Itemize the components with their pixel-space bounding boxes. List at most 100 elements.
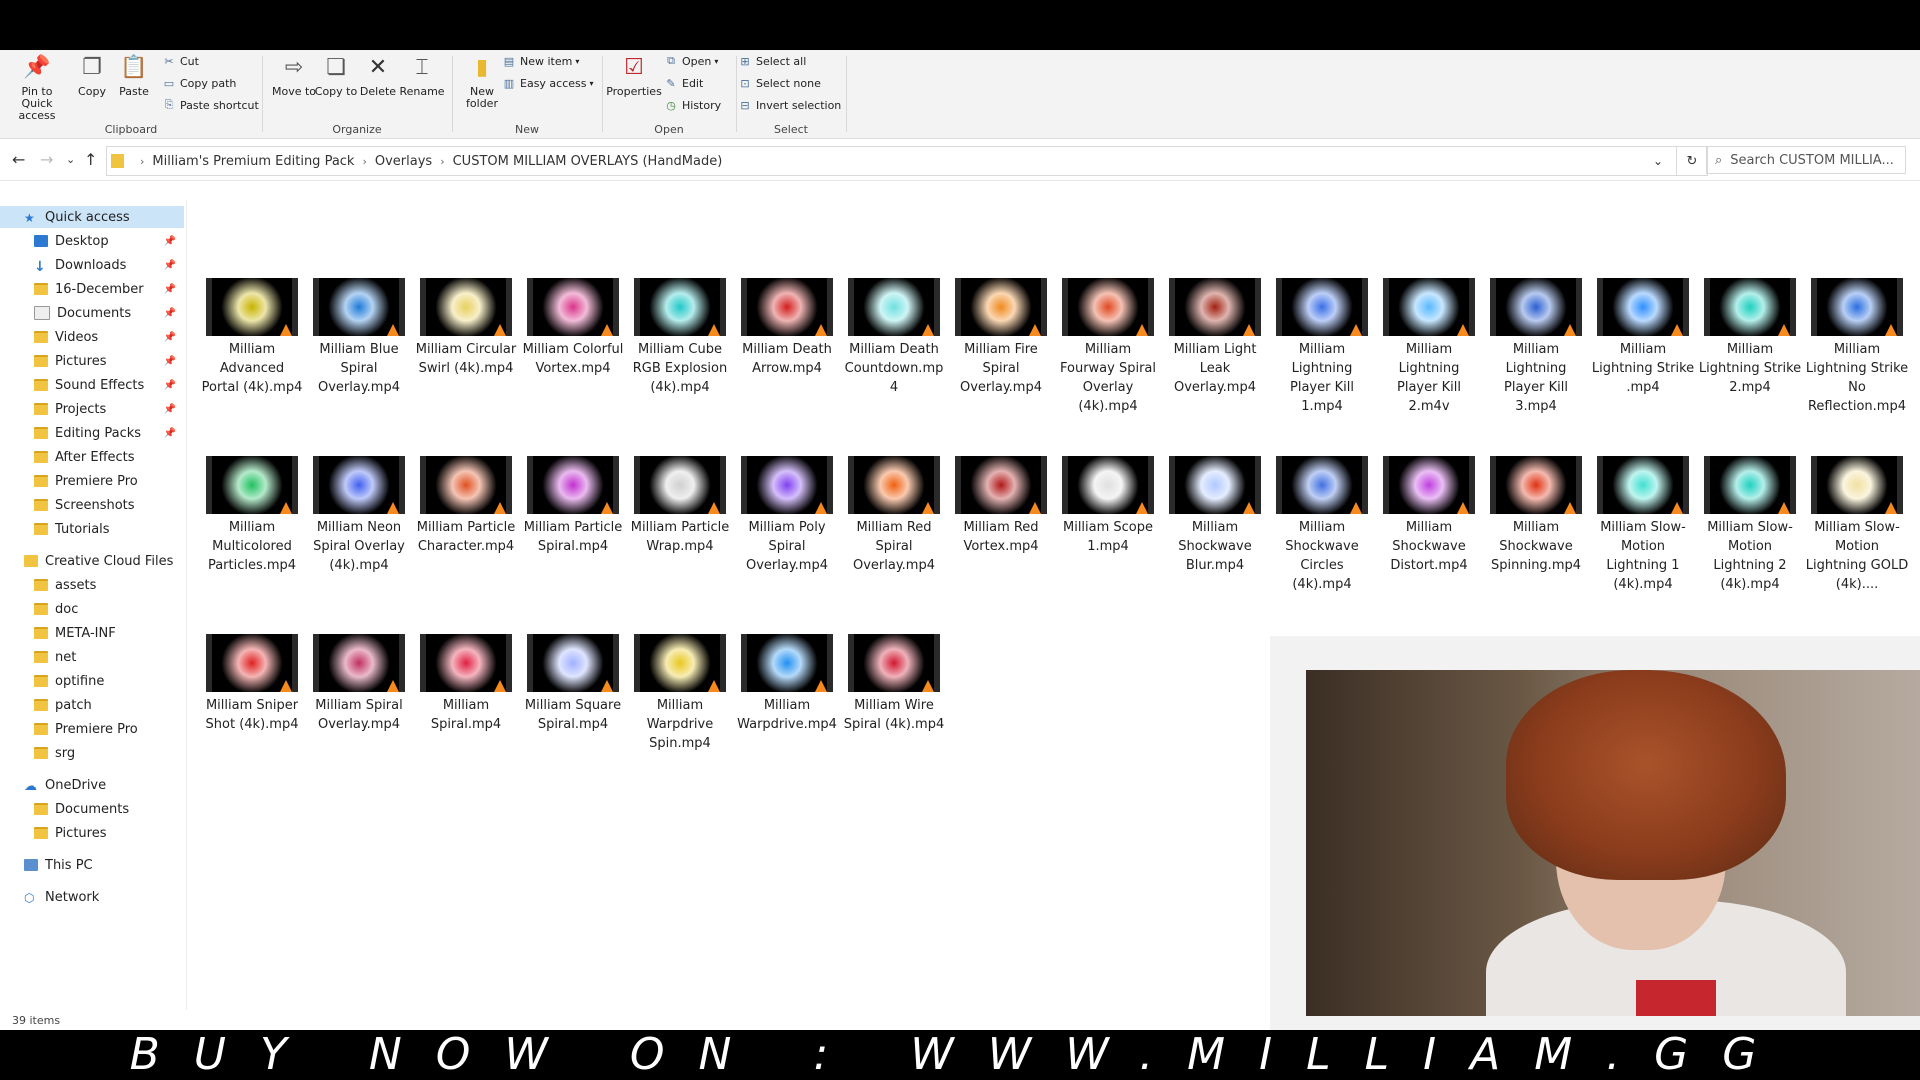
file-tile[interactable]: Milliam Spiral Overlay.mp4 <box>307 634 411 734</box>
file-name: Milliam Warpdrive Spin.mp4 <box>646 698 714 751</box>
file-tile[interactable]: Milliam Scope 1.mp4 <box>1056 456 1160 556</box>
breadcrumb-item[interactable]: CUSTOM MILLIAM OVERLAYS (HandMade) <box>453 154 723 169</box>
file-tile[interactable]: Milliam Square Spiral.mp4 <box>521 634 625 734</box>
copy-path-button[interactable]: ▭ Copy path <box>162 74 237 92</box>
rename-button[interactable]: ⌶ Rename <box>396 54 448 98</box>
file-tile[interactable]: Milliam Cube RGB Explosion (4k).mp4 <box>628 278 732 397</box>
nav-item-pictures[interactable]: Pictures 📌 <box>0 350 184 372</box>
address-dropdown-icon[interactable]: ⌄ <box>1653 154 1663 168</box>
file-tile[interactable]: Milliam Light Leak Overlay.mp4 <box>1163 278 1267 397</box>
file-tile[interactable]: Milliam Fourway Spiral Overlay (4k).mp4 <box>1056 278 1160 416</box>
paste-shortcut-button[interactable]: ⎘ Paste shortcut <box>162 96 259 114</box>
file-tile[interactable]: Milliam Slow-Motion Lightning 2 (4k).mp4 <box>1698 456 1802 594</box>
select-none-button[interactable]: ⊡ Select none <box>738 74 820 92</box>
file-tile[interactable]: Milliam Shockwave Circles (4k).mp4 <box>1270 456 1374 594</box>
refresh-icon[interactable]: ↻ <box>1676 147 1707 175</box>
edit-button[interactable]: ✎ Edit <box>664 74 703 92</box>
new-item-button[interactable]: ▤ New item ▾ <box>502 52 580 70</box>
file-tile[interactable]: Milliam Neon Spiral Overlay (4k).mp4 <box>307 456 411 575</box>
file-tile[interactable]: Milliam Lightning Strike No Reflection.m… <box>1805 278 1909 416</box>
file-tile[interactable]: Milliam Particle Character.mp4 <box>414 456 518 556</box>
file-tile[interactable]: Milliam Warpdrive Spin.mp4 <box>628 634 732 753</box>
vlc-cone-icon <box>1457 324 1469 336</box>
nav-item-network[interactable]: ⬡ Network <box>0 886 184 908</box>
nav-item-projects[interactable]: Projects 📌 <box>0 398 184 420</box>
invert-selection-button[interactable]: ⊟ Invert selection <box>738 96 841 114</box>
file-tile[interactable]: Milliam Lightning Strike .mp4 <box>1591 278 1695 397</box>
paste-button[interactable]: 📋 Paste <box>108 54 160 98</box>
file-tile[interactable]: Milliam Slow-Motion Lightning 1 (4k).mp4 <box>1591 456 1695 594</box>
cut-button[interactable]: ✂ Cut <box>162 52 199 70</box>
nav-item-documents[interactable]: Documents 📌 <box>0 302 184 324</box>
properties-button[interactable]: ☑ Properties <box>604 54 664 98</box>
file-tile[interactable]: Milliam Death Countdown.mp4 <box>842 278 946 397</box>
file-tile[interactable]: Milliam Shockwave Blur.mp4 <box>1163 456 1267 575</box>
file-tile[interactable]: Milliam Lightning Player Kill 2.m4v <box>1377 278 1481 416</box>
nav-item-sound-effects[interactable]: Sound Effects 📌 <box>0 374 184 396</box>
up-arrow-icon[interactable]: ↑ <box>84 150 97 169</box>
nav-item-after-effects[interactable]: After Effects <box>0 446 184 468</box>
open-button[interactable]: ⧉ Open ▾ <box>664 52 718 70</box>
breadcrumb-item[interactable]: Overlays <box>375 154 432 169</box>
nav-item-premiere-pro[interactable]: Premiere Pro <box>0 718 184 740</box>
new-folder-button[interactable]: ▮ New folder <box>456 54 508 110</box>
file-tile[interactable]: Milliam Shockwave Spinning.mp4 <box>1484 456 1588 575</box>
nav-item-assets[interactable]: assets <box>0 574 184 596</box>
file-tile[interactable]: Milliam Warpdrive.mp4 <box>735 634 839 734</box>
file-tile[interactable]: Milliam Fire Spiral Overlay.mp4 <box>949 278 1053 397</box>
nav-item-desktop[interactable]: Desktop 📌 <box>0 230 184 252</box>
nav-item-creative-cloud-files[interactable]: Creative Cloud Files <box>0 550 184 572</box>
file-tile[interactable]: Milliam Colorful Vortex.mp4 <box>521 278 625 378</box>
nav-item-optifine[interactable]: optifine <box>0 670 184 692</box>
nav-item-meta-inf[interactable]: META-INF <box>0 622 184 644</box>
nav-item-doc[interactable]: doc <box>0 598 184 620</box>
file-tile[interactable]: Milliam Red Vortex.mp4 <box>949 456 1053 556</box>
recent-chevron-icon[interactable]: ⌄ <box>66 153 75 166</box>
file-tile[interactable]: Milliam Red Spiral Overlay.mp4 <box>842 456 946 575</box>
file-tile[interactable]: Milliam Lightning Player Kill 3.mp4 <box>1484 278 1588 416</box>
file-tile[interactable]: Milliam Circular Swirl (4k).mp4 <box>414 278 518 378</box>
file-tile[interactable]: Milliam Death Arrow.mp4 <box>735 278 839 378</box>
history-button[interactable]: ◷ History <box>664 96 721 114</box>
file-tile[interactable]: Milliam Spiral.mp4 <box>414 634 518 734</box>
pin-quick-access-button[interactable]: 📌 Pin to Quick access <box>6 54 68 122</box>
nav-item-16-december[interactable]: 16-December 📌 <box>0 278 184 300</box>
breadcrumb-item[interactable]: Milliam's Premium Editing Pack <box>152 154 354 169</box>
address-bar[interactable]: › Milliam's Premium Editing Pack › Overl… <box>106 146 1708 176</box>
search-box[interactable]: ⌕ Search CUSTOM MILLIA... <box>1706 146 1906 174</box>
file-tile[interactable]: Milliam Poly Spiral Overlay.mp4 <box>735 456 839 575</box>
file-tile[interactable]: Milliam Particle Wrap.mp4 <box>628 456 732 556</box>
file-tile[interactable]: Milliam Wire Spiral (4k).mp4 <box>842 634 946 734</box>
nav-item-tutorials[interactable]: Tutorials <box>0 518 184 540</box>
file-tile[interactable]: Milliam Lightning Player Kill 1.mp4 <box>1270 278 1374 416</box>
file-tile[interactable]: Milliam Lightning Strike 2.mp4 <box>1698 278 1802 397</box>
file-tile[interactable]: Milliam Sniper Shot (4k).mp4 <box>200 634 304 734</box>
nav-item-pictures[interactable]: Pictures <box>0 822 184 844</box>
nav-item-onedrive[interactable]: ☁ OneDrive <box>0 774 184 796</box>
vlc-cone-icon <box>601 324 613 336</box>
nav-item-quick-access[interactable]: ★ Quick access <box>0 206 184 228</box>
nav-item-net[interactable]: net <box>0 646 184 668</box>
copy-icon: ❐ <box>82 55 102 80</box>
file-tile[interactable]: Milliam Shockwave Distort.mp4 <box>1377 456 1481 575</box>
easy-access-button[interactable]: ▥ Easy access ▾ <box>502 74 594 92</box>
nav-item-srg[interactable]: srg <box>0 742 184 764</box>
file-tile[interactable]: Milliam Particle Spiral.mp4 <box>521 456 625 556</box>
back-arrow-icon[interactable]: ← <box>12 150 25 169</box>
nav-item-videos[interactable]: Videos 📌 <box>0 326 184 348</box>
file-tile[interactable]: Milliam Advanced Portal (4k).mp4 <box>200 278 304 397</box>
nav-item-screenshots[interactable]: Screenshots <box>0 494 184 516</box>
nav-item-patch[interactable]: patch <box>0 694 184 716</box>
file-tile[interactable]: Milliam Blue Spiral Overlay.mp4 <box>307 278 411 397</box>
nav-item-premiere-pro[interactable]: Premiere Pro <box>0 470 184 492</box>
nav-item-editing-packs[interactable]: Editing Packs 📌 <box>0 422 184 444</box>
file-tile[interactable]: Milliam Slow-Motion Lightning GOLD (4k).… <box>1805 456 1909 594</box>
forward-arrow-icon[interactable]: → <box>40 150 53 169</box>
file-tile[interactable]: Milliam Multicolored Particles.mp4 <box>200 456 304 575</box>
nav-item-downloads[interactable]: ↓ Downloads 📌 <box>0 254 184 276</box>
folder-icon <box>34 651 48 663</box>
video-thumbnail <box>741 634 833 692</box>
nav-item-documents[interactable]: Documents <box>0 798 184 820</box>
nav-item-this-pc[interactable]: This PC <box>0 854 184 876</box>
select-all-button[interactable]: ⊞ Select all <box>738 52 806 70</box>
